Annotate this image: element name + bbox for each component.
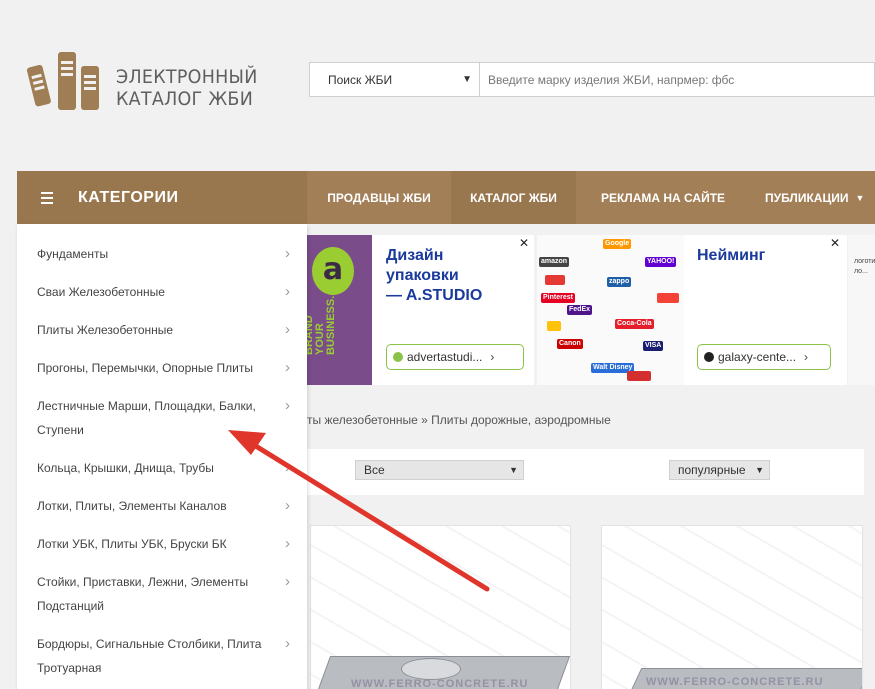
annotation-arrow (228, 430, 490, 592)
annotation-arrow-shaft (243, 437, 490, 592)
